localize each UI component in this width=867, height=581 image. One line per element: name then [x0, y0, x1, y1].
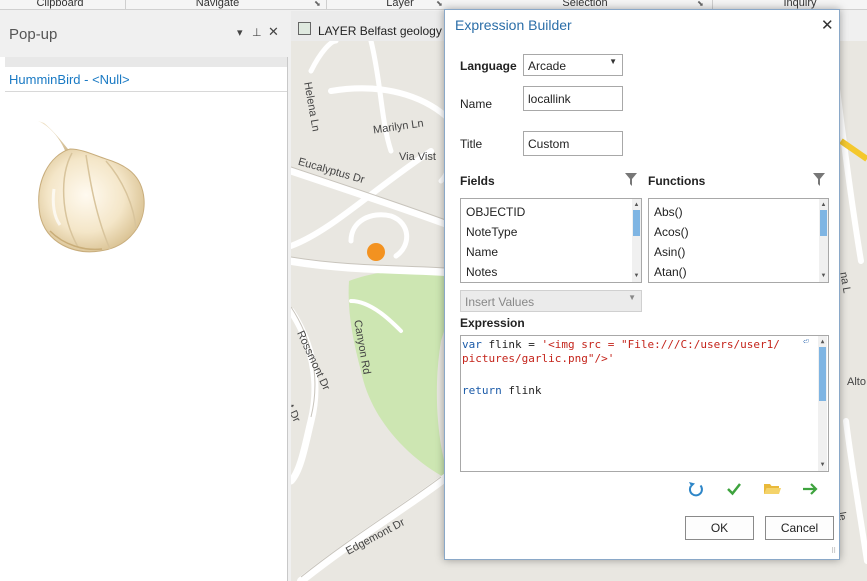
ribbon-group-selection: Selection — [562, 0, 608, 9]
pane-menu-icon[interactable]: ▾ — [237, 26, 243, 39]
open-folder-icon[interactable] — [762, 479, 782, 499]
name-label: Name — [460, 97, 493, 111]
list-item[interactable]: OBJECTID — [466, 205, 525, 219]
ribbon-group-inquiry: Inquiry — [783, 0, 817, 9]
scroll-thumb[interactable] — [820, 210, 827, 236]
popup-pane: Pop-up ▾ ⊥ ✕ HumminBird - <Null> — [0, 11, 288, 581]
insert-values-dropdown: Insert Values ▼ — [460, 290, 642, 312]
feature-title-link[interactable]: HumminBird - <Null> — [9, 72, 130, 87]
functions-list[interactable]: Abs() Acos() Asin() Atan() ▲ ▼ — [648, 198, 829, 283]
language-value: Arcade — [528, 59, 567, 73]
popup-toolbar-strip — [5, 57, 287, 67]
expression-label: Expression — [460, 316, 525, 330]
functions-label: Functions — [648, 174, 706, 188]
close-dialog-icon[interactable]: ✕ — [821, 16, 834, 34]
garlic-icon — [38, 121, 145, 253]
ribbon-divider — [326, 0, 327, 9]
expression-editor[interactable]: var flink = '<img src = "File:///C:/user… — [460, 335, 829, 472]
street-segment — [843, 418, 867, 564]
popup-header: Pop-up ▾ ⊥ ✕ — [0, 11, 288, 57]
location-point — [367, 243, 385, 261]
scroll-down-icon[interactable]: ▼ — [819, 272, 828, 280]
language-dropdown[interactable]: Arcade ▼ — [523, 54, 623, 76]
resize-grip-icon[interactable]: ⠿ — [831, 548, 836, 555]
undo-icon[interactable] — [686, 479, 706, 499]
fields-label: Fields — [460, 174, 495, 188]
list-item[interactable]: Notes — [466, 265, 497, 279]
ribbon-group-navigate: Navigate — [195, 0, 240, 9]
dialog-launcher-icon[interactable]: ⬊ — [314, 0, 321, 8]
scroll-up-icon[interactable]: ▲ — [632, 201, 641, 209]
scroll-up-icon[interactable]: ▲ — [818, 338, 827, 346]
list-item[interactable]: Abs() — [654, 205, 683, 219]
ribbon-divider — [125, 0, 126, 9]
code-text: flink — [501, 384, 542, 397]
code-string: '<img src = "File:///C:/users/user1/ — [541, 338, 780, 351]
filter-icon[interactable] — [624, 172, 638, 188]
code-line: var flink = '<img src = "File:///C:/user… — [462, 338, 780, 352]
dialog-launcher-icon[interactable]: ⬊ — [697, 0, 704, 8]
scroll-up-icon[interactable]: ▲ — [819, 201, 828, 209]
ribbon-group-clipboard: Clipboard — [36, 0, 84, 9]
scrollbar[interactable]: ▲ ▼ — [632, 199, 641, 282]
scrollbar[interactable]: ▲ ▼ — [819, 199, 828, 282]
code-line: return flink — [462, 384, 542, 398]
list-item[interactable]: NoteType — [466, 225, 517, 239]
street-label: Alto — [847, 376, 866, 388]
map-icon — [298, 22, 311, 35]
dialog-title: Expression Builder — [455, 17, 572, 33]
scroll-thumb[interactable] — [633, 210, 640, 236]
scroll-down-icon[interactable]: ▼ — [632, 272, 641, 280]
map-tab-label: LAYER Belfast geology — [318, 24, 442, 38]
ribbon-group-layer: Layer — [386, 0, 414, 9]
list-item[interactable]: Atan() — [654, 265, 687, 279]
street-label: Via Vist — [399, 151, 436, 163]
verify-check-icon[interactable] — [724, 479, 744, 499]
title-input[interactable] — [523, 131, 623, 156]
title-label: Title — [460, 137, 483, 151]
word-wrap-icon[interactable]: ⏎ — [803, 337, 808, 347]
pin-icon[interactable]: ⊥ — [252, 26, 262, 39]
map-tab[interactable]: LAYER Belfast geology — [291, 11, 451, 41]
list-item[interactable]: Acos() — [654, 225, 689, 239]
name-input[interactable] — [523, 86, 623, 111]
filter-icon[interactable] — [812, 172, 826, 188]
list-item[interactable]: Name — [466, 245, 498, 259]
close-pane-icon[interactable]: ✕ — [268, 24, 279, 40]
chevron-down-icon: ▼ — [609, 57, 617, 66]
language-label: Language — [460, 59, 517, 73]
insert-values-label: Insert Values — [465, 295, 535, 309]
divider — [5, 91, 287, 92]
chevron-down-icon: ▼ — [628, 293, 636, 302]
popup-title: Pop-up — [9, 26, 58, 43]
cancel-button[interactable]: Cancel — [765, 516, 834, 540]
code-text: flink = — [481, 338, 542, 351]
app-window: Clipboard Navigate ⬊ Layer ⬊ Selection ⬊… — [0, 0, 867, 581]
fields-list[interactable]: OBJECTID NoteType Name Notes ▲ ▼ — [460, 198, 642, 283]
code-keyword: var — [462, 338, 482, 351]
scroll-down-icon[interactable]: ▼ — [818, 461, 827, 469]
scrollbar[interactable]: ▲ ▼ — [818, 336, 827, 471]
street-segment — [308, 41, 339, 74]
street-segment — [328, 85, 454, 124]
list-item[interactable]: Asin() — [654, 245, 685, 259]
code-string: pictures/garlic.png"/>' — [462, 352, 615, 365]
scroll-thumb[interactable] — [819, 347, 826, 401]
code-line: pictures/garlic.png"/>' — [462, 352, 614, 366]
export-arrow-icon[interactable] — [800, 479, 820, 499]
ok-button[interactable]: OK — [685, 516, 754, 540]
code-keyword: return — [462, 384, 502, 397]
dialog-launcher-icon[interactable]: ⬊ — [436, 0, 443, 8]
expression-builder-dialog: Expression Builder ✕ Language Arcade ▼ N… — [444, 9, 840, 560]
